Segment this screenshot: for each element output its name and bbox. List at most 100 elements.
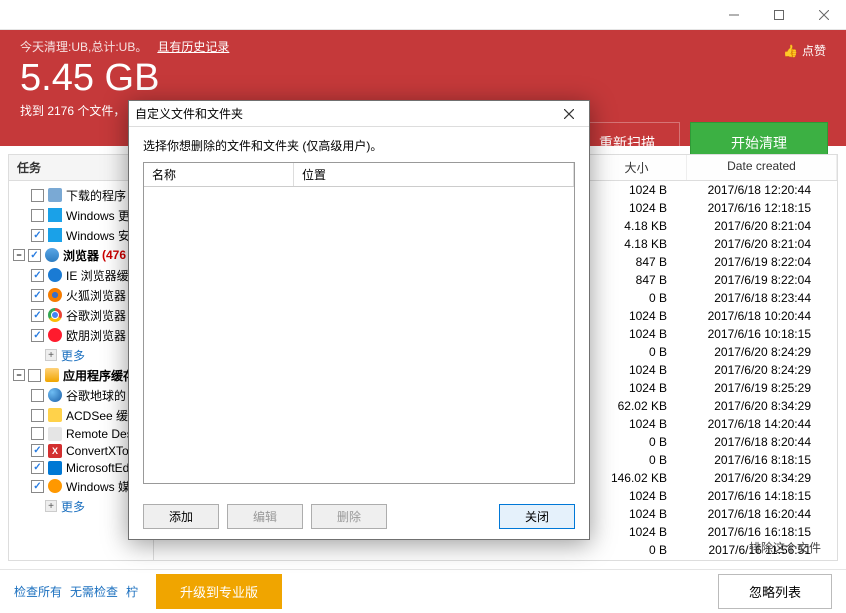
file-date: 2017/6/16 16:18:15 [681,525,831,539]
tree-item-label: IE 浏览器缓 [66,267,129,284]
like-button[interactable]: 👍 点赞 [783,42,826,59]
check-all-link[interactable]: 检查所有 [14,583,62,600]
file-date: 2017/6/16 14:18:15 [681,489,831,503]
more-label: 更多 [61,347,85,364]
dialog-add-button[interactable]: 添加 [143,504,219,529]
bottom-bar: 检查所有 无需检查 柠 升级到专业版 忽略列表 [0,569,846,613]
file-size: 1024 B [581,201,681,215]
ic-chrome-icon [48,308,62,322]
file-size: 4.18 KB [581,219,681,233]
check-none-link[interactable]: 无需检查 [70,583,118,600]
file-size: 0 B [581,435,681,449]
file-size: 1024 B [581,489,681,503]
ic-ie-icon [48,268,62,282]
truncated-link[interactable]: 柠 [126,583,138,600]
file-size: 1024 B [581,417,681,431]
checkbox[interactable] [31,289,44,302]
thumbs-up-icon: 👍 [783,44,798,58]
checkbox[interactable] [31,329,44,342]
expand-icon[interactable]: − [13,249,25,261]
titlebar [0,0,846,30]
dialog-titlebar[interactable]: 自定义文件和文件夹 [129,101,589,127]
tree-item-label: Remote Des [66,427,133,441]
file-size: 146.02 KB [581,471,681,485]
more-label: 更多 [61,498,85,515]
exclude-file-link[interactable]: 排除这个文件 [749,539,821,556]
checkbox[interactable] [31,461,44,474]
file-date: 2017/6/18 8:23:44 [681,291,831,305]
file-size: 1024 B [581,183,681,197]
col-date[interactable]: Date created [687,155,837,180]
ic-win-icon [48,228,62,242]
file-size: 0 B [581,543,681,557]
file-date: 2017/6/18 14:20:44 [681,417,831,431]
file-date: 2017/6/19 8:25:29 [681,381,831,395]
dialog-col-location[interactable]: 位置 [294,163,574,186]
file-size: 0 B [581,345,681,359]
file-size: 4.18 KB [581,237,681,251]
ic-opera-icon [48,328,62,342]
file-size: 1024 B [581,327,681,341]
tree-item-label: 谷歌浏览器 [66,307,126,324]
file-date: 2017/6/18 8:20:44 [681,435,831,449]
checkbox[interactable] [31,209,44,222]
dialog-edit-button[interactable]: 编辑 [227,504,303,529]
tree-item-label: 应用程序缓存 [63,367,135,384]
file-date: 2017/6/20 8:24:29 [681,363,831,377]
maximize-button[interactable] [756,0,801,29]
checkbox[interactable] [31,309,44,322]
file-date: 2017/6/20 8:21:04 [681,237,831,251]
file-size: 1024 B [581,525,681,539]
history-link[interactable]: 且有历史记录 [157,38,229,55]
file-size: 0 B [581,291,681,305]
checkbox[interactable] [31,189,44,202]
checkbox[interactable] [31,409,44,422]
dialog-close-button[interactable] [555,104,583,124]
file-size: 1024 B [581,363,681,377]
ic-appcache-icon [45,368,59,382]
ic-win-icon [48,208,62,222]
today-summary: 今天清理:UB,总计:UB。 [20,38,147,55]
tree-item-label: Windows 媒 [66,478,130,495]
dialog-col-name[interactable]: 名称 [144,163,294,186]
plus-icon: + [45,500,57,512]
checkbox[interactable] [31,229,44,242]
file-date: 2017/6/20 8:24:29 [681,345,831,359]
file-size: 847 B [581,255,681,269]
minimize-button[interactable] [711,0,756,29]
file-date: 2017/6/19 8:22:04 [681,273,831,287]
file-row[interactable]: 0 B2017/6/16 11:56:51 [154,541,837,559]
ignore-list-button[interactable]: 忽略列表 [718,574,832,609]
checkbox[interactable] [31,427,44,440]
tree-item-label: ConvertXTo [66,444,129,458]
col-size[interactable]: 大小 [587,155,687,180]
close-button[interactable] [801,0,846,29]
checkbox[interactable] [31,389,44,402]
checkbox[interactable] [31,480,44,493]
tree-item-label: 谷歌地球的 [66,387,126,404]
ic-dl-icon [48,188,62,202]
dialog-close-ok-button[interactable]: 关闭 [499,504,575,529]
file-date: 2017/6/20 8:34:29 [681,471,831,485]
ic-rd-icon [48,427,62,441]
tree-item-label: 欧朋浏览器 [66,327,126,344]
file-date: 2017/6/16 12:18:15 [681,201,831,215]
file-date: 2017/6/20 8:34:29 [681,399,831,413]
ic-cx-icon: X [48,444,62,458]
checkbox[interactable] [31,444,44,457]
ic-acd-icon [48,408,62,422]
expand-icon[interactable]: − [13,369,25,381]
checkbox[interactable] [28,369,41,382]
checkbox[interactable] [28,249,41,262]
file-date: 2017/6/19 8:22:04 [681,255,831,269]
ic-ff-icon [48,288,62,302]
total-size: 5.45 GB [20,57,826,100]
dialog-delete-button[interactable]: 删除 [311,504,387,529]
dialog-list[interactable]: 名称 位置 [143,162,575,484]
file-date: 2017/6/18 16:20:44 [681,507,831,521]
file-date: 2017/6/18 10:20:44 [681,309,831,323]
upgrade-button[interactable]: 升级到专业版 [156,574,282,609]
file-size: 847 B [581,273,681,287]
ic-wmp-icon [48,479,62,493]
checkbox[interactable] [31,269,44,282]
